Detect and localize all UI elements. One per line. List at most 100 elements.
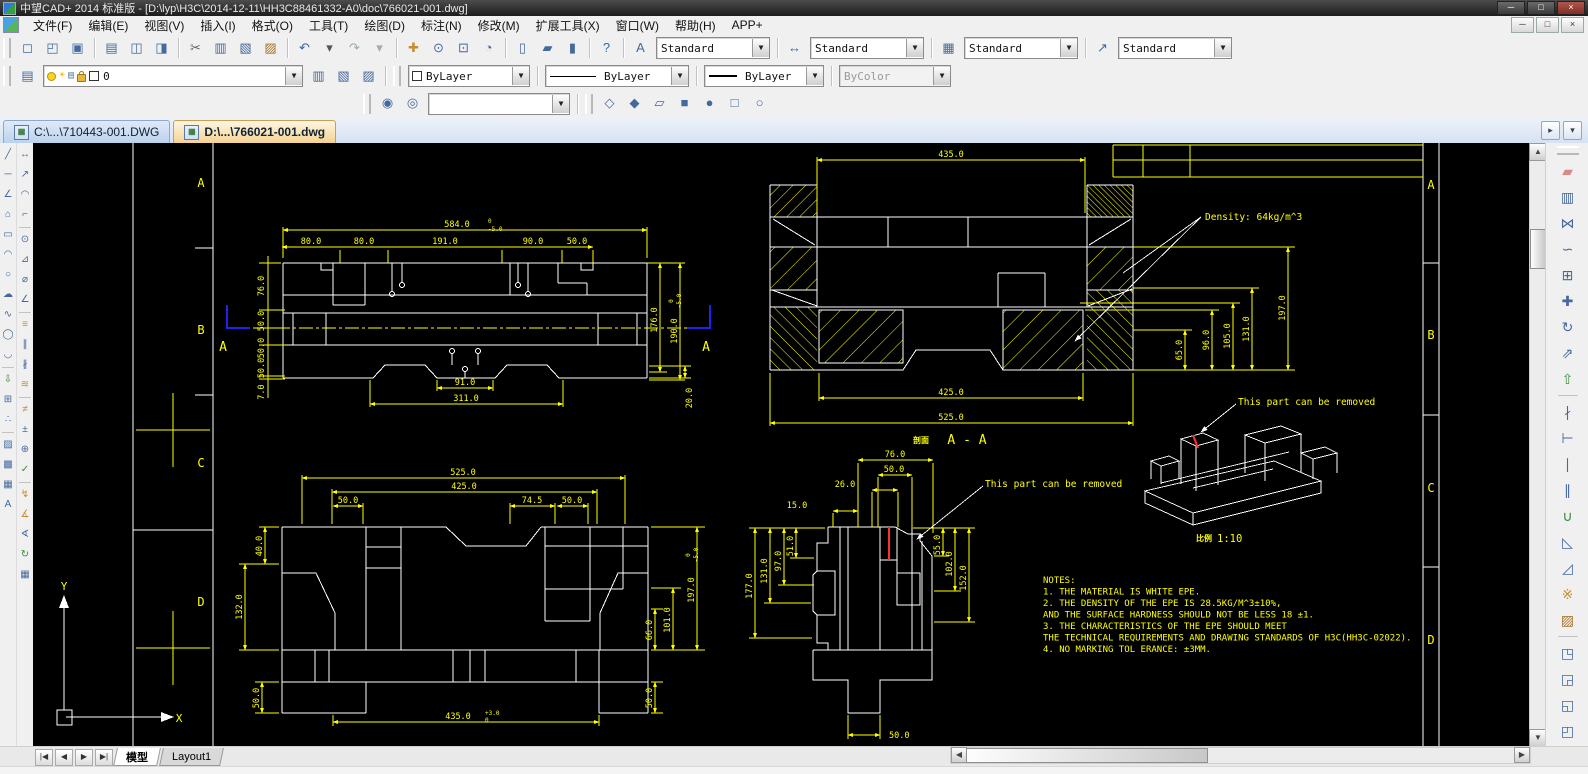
menu-file[interactable]: 文件(F) — [25, 16, 80, 35]
insert-block-icon[interactable]: ⇩ — [0, 372, 16, 388]
hatch-icon[interactable]: ▨ — [0, 437, 16, 453]
publish-icon[interactable]: ◨ — [150, 37, 173, 60]
vs-flat-icon[interactable]: ■ — [673, 92, 696, 115]
horizontal-scrollbar[interactable]: ◀ ▶ — [950, 747, 1531, 764]
vs-flat-edges-icon[interactable]: □ — [723, 92, 746, 115]
break-icon[interactable]: ∥ — [1555, 479, 1581, 503]
mirror-icon[interactable]: ⋈ — [1555, 212, 1581, 236]
scale-icon[interactable]: ⇗ — [1555, 342, 1581, 366]
help-icon[interactable]: ? — [595, 37, 618, 60]
doc-tab-710443[interactable]: ▦ C:\...\710443-001.DWG — [3, 120, 170, 143]
save-file-icon[interactable]: ▣ — [66, 37, 89, 60]
vertical-scrollbar[interactable]: ▲ ▼ — [1529, 143, 1546, 746]
chevron-down-icon[interactable]: ▼ — [806, 67, 823, 85]
dim-style-manager-icon[interactable]: ▦ — [17, 567, 33, 583]
dim-style-icon[interactable]: ↔ — [783, 37, 806, 60]
text-style-combo[interactable]: Standard▼ — [656, 37, 770, 59]
dim-aligned-icon[interactable]: ↗ — [17, 167, 33, 183]
fillet-icon[interactable]: ◿ — [1555, 557, 1581, 581]
chevron-down-icon[interactable]: ▼ — [906, 39, 923, 57]
gradient-icon[interactable]: ▩ — [0, 457, 16, 473]
dim-continue-icon[interactable]: ∦ — [17, 357, 33, 373]
menu-view[interactable]: 视图(V) — [136, 16, 192, 35]
arc-icon[interactable]: ◠ — [0, 247, 16, 263]
polyline-icon[interactable]: ∠ — [0, 187, 16, 203]
dim-ordinate-icon[interactable]: ⌐ — [17, 207, 33, 223]
match-properties-icon[interactable]: ▨ — [259, 37, 282, 60]
redo-dropdown-icon[interactable]: ▾ — [368, 37, 391, 60]
layer-on-icon[interactable] — [47, 72, 56, 81]
quick-dim-icon[interactable]: ≡ — [17, 317, 33, 333]
restore-button[interactable]: □ — [1527, 1, 1555, 15]
extend-icon[interactable]: ⊢ — [1555, 427, 1581, 451]
offset-icon[interactable]: ∽ — [1555, 238, 1581, 262]
menu-tools[interactable]: 工具(T) — [301, 16, 356, 35]
menu-draw[interactable]: 绘图(D) — [356, 16, 413, 35]
undo-dropdown-icon[interactable]: ▾ — [318, 37, 341, 60]
dim-space-icon[interactable]: ≋ — [17, 377, 33, 393]
layer-combo[interactable]: ☀ ▤ 0 ▼ — [43, 65, 303, 87]
layer-plot-icon[interactable]: ▤ — [68, 71, 74, 81]
chevron-down-icon[interactable]: ▼ — [671, 67, 688, 85]
dim-edit-icon[interactable]: ∡ — [17, 507, 33, 523]
layer-translate-icon[interactable]: ▨ — [357, 65, 380, 88]
properties-palette-icon[interactable]: ▯ — [511, 37, 534, 60]
vs-hidden-icon[interactable]: ▱ — [648, 92, 671, 115]
revcloud-icon[interactable]: ☁ — [0, 287, 16, 303]
circle-icon[interactable]: ○ — [0, 267, 16, 283]
toolbar-grip[interactable] — [585, 94, 593, 114]
paste-icon[interactable]: ▧ — [234, 37, 257, 60]
mdi-minimize-button[interactable]: ─ — [1511, 17, 1534, 33]
mleader-style-combo[interactable]: Standard▼ — [1118, 37, 1232, 59]
minimize-button[interactable]: ─ — [1497, 1, 1525, 15]
erase-icon[interactable]: ▰ — [1555, 160, 1581, 184]
menu-express-tools[interactable]: 扩展工具(X) — [528, 16, 608, 35]
menu-help[interactable]: 帮助(H) — [667, 16, 724, 35]
copy-icon[interactable]: ▥ — [209, 37, 232, 60]
layer-properties-icon[interactable]: ▤ — [16, 65, 39, 88]
mdi-close-button[interactable]: × — [1561, 17, 1584, 33]
zoom-window-icon[interactable]: ⊡ — [452, 37, 475, 60]
match-properties-icon[interactable]: ▨ — [1555, 609, 1581, 633]
scroll-left-icon[interactable]: ◀ — [951, 747, 967, 763]
menu-edit[interactable]: 编辑(E) — [80, 16, 136, 35]
chevron-down-icon[interactable]: ▼ — [512, 67, 529, 85]
line-icon[interactable]: ╱ — [0, 147, 16, 163]
ellipse-arc-icon[interactable]: ◡ — [0, 347, 16, 363]
vs-2d-wireframe-icon[interactable]: ◇ — [598, 92, 621, 115]
zoom-previous-icon[interactable]: ◔ — [477, 37, 500, 60]
dim-inspect-icon[interactable]: ✓ — [17, 462, 33, 478]
vs-gouraud-icon[interactable]: ● — [698, 92, 721, 115]
mtext-icon[interactable]: A — [0, 497, 16, 513]
spline-icon[interactable]: ∿ — [0, 307, 16, 323]
first-layout-icon[interactable]: |◀ — [35, 749, 53, 766]
dim-diameter-icon[interactable]: ⌀ — [17, 272, 33, 288]
send-under-icon[interactable]: ◰ — [1555, 720, 1581, 744]
toolbar-grip[interactable] — [393, 66, 401, 86]
toolbar-grip[interactable] — [363, 94, 371, 114]
table-style-combo[interactable]: Standard▼ — [964, 37, 1078, 59]
table-icon[interactable]: ▦ — [0, 477, 16, 493]
undo-icon[interactable]: ↶ — [293, 37, 316, 60]
polygon-icon[interactable]: ⌂ — [0, 207, 16, 223]
close-button[interactable]: × — [1557, 1, 1585, 15]
doc-tab-766021-active[interactable]: ▦ D:\...\766021-001.dwg — [173, 120, 336, 143]
tab-scroll-right-icon[interactable]: ▸ — [1541, 121, 1560, 140]
text-style-icon[interactable]: A — [629, 37, 652, 60]
toolbar-grip[interactable] — [3, 38, 11, 58]
dim-text-edit-icon[interactable]: ∢ — [17, 527, 33, 543]
pan-icon[interactable]: ✚ — [402, 37, 425, 60]
array-icon[interactable]: ⊞ — [1555, 264, 1581, 288]
chevron-down-icon[interactable]: ▼ — [752, 39, 769, 57]
vs-3d-wireframe-icon[interactable]: ◆ — [623, 92, 646, 115]
dim-angular-icon[interactable]: ∠ — [17, 292, 33, 308]
tool-palettes-icon[interactable]: ▮ — [561, 37, 584, 60]
chevron-down-icon[interactable]: ▼ — [1060, 39, 1077, 57]
open-file-icon[interactable]: ◰ — [41, 37, 64, 60]
render-icon[interactable]: ◉ — [376, 92, 399, 115]
dim-update-icon[interactable]: ↻ — [17, 547, 33, 563]
dim-arc-length-icon[interactable]: ◠ — [17, 187, 33, 203]
dim-jog-line-icon[interactable]: ↯ — [17, 487, 33, 503]
next-layout-icon[interactable]: ▶ — [75, 749, 93, 766]
mdi-restore-button[interactable]: □ — [1536, 17, 1559, 33]
